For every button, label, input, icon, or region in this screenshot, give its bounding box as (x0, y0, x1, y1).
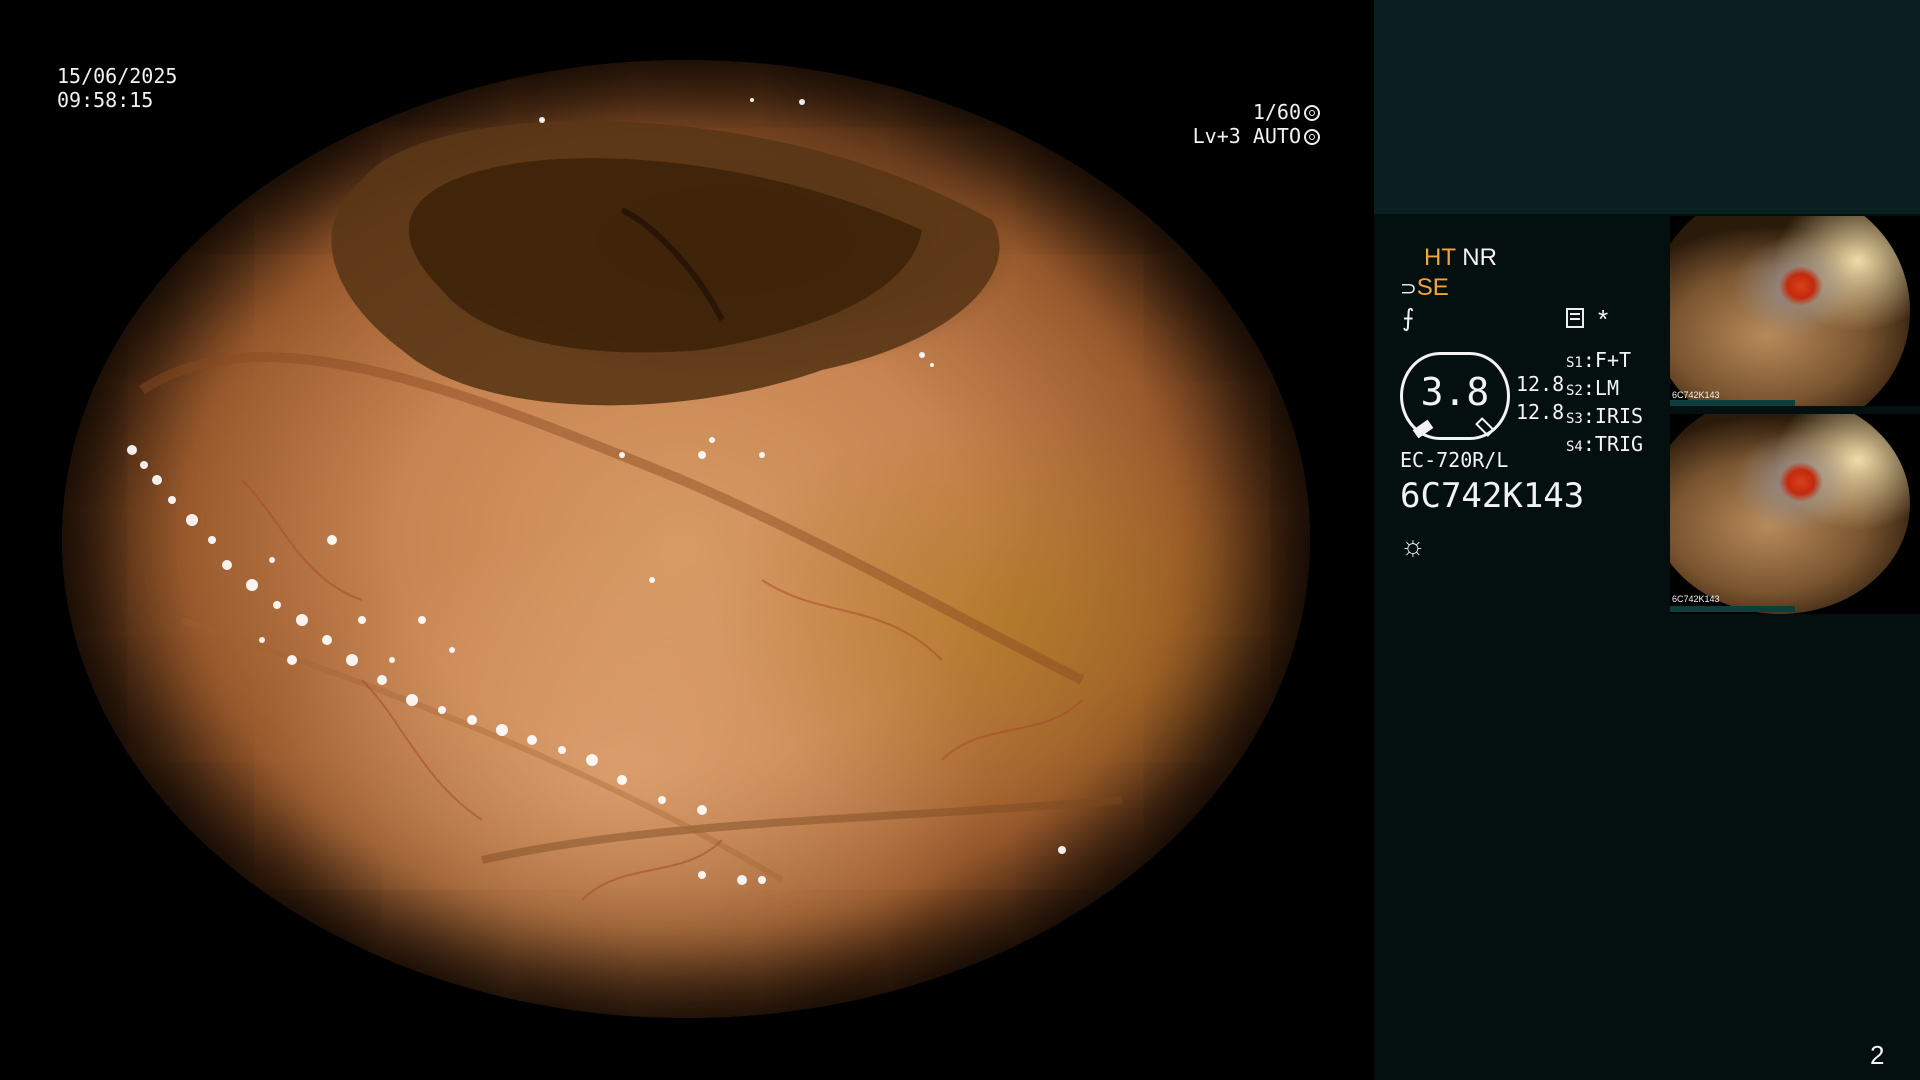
switch-item: S1:F+T (1566, 348, 1632, 372)
switch-list: S1:F+T S2:LM S3:IRIS S4:TRIG (1566, 348, 1643, 460)
time-text: 09:58:15 (57, 88, 154, 112)
level-text: Lv+3 (1192, 124, 1241, 148)
date-text: 15/06/2025 (57, 64, 178, 88)
gauge-value: 3.8 (1420, 370, 1490, 414)
thumbnail-2[interactable]: 6C742K143 (1670, 414, 1920, 614)
thumbnail-image (1670, 414, 1910, 614)
switch-item: S2:LM (1566, 376, 1619, 400)
thumbnail-bar (1670, 606, 1795, 612)
thumbnail-image (1670, 216, 1910, 406)
scope-model: EC-720R/L (1400, 448, 1509, 472)
scope-serial: 6C742K143 (1400, 476, 1585, 516)
switch-item: S3:IRIS (1566, 404, 1644, 428)
endoscope-view (62, 60, 1310, 1018)
shutter-text: 1/60 (1252, 100, 1301, 124)
scope-tip-icon: ⊃ (1400, 278, 1417, 300)
thumbnail-1[interactable]: 6C742K143 (1670, 216, 1920, 406)
asterisk-icon: * (1598, 304, 1609, 334)
exposure-block: 1/60 Lv+3 AUTO (1180, 100, 1320, 148)
value-a: 12.8 (1516, 372, 1565, 396)
record-icon (1566, 308, 1584, 328)
thumbnail-label: 6C742K143 (1672, 390, 1720, 400)
page-number: 2 (1870, 1040, 1885, 1070)
gauge-values: 12.8 12.8 (1516, 370, 1564, 426)
shutter-row: 1/60 (1180, 100, 1320, 124)
ht-nr-row: HT NR (1424, 244, 1497, 272)
nr-label: NR (1462, 244, 1497, 271)
switch-item: S4:TRIG (1566, 432, 1644, 456)
shutter-icon (1304, 105, 1320, 121)
light-icon: ☼ (1400, 530, 1426, 561)
date-time-block: 15/06/2025 09:58:15 (57, 64, 177, 112)
thumbnail-label: 6C742K143 (1672, 594, 1720, 604)
level-row: Lv+3 AUTO (1180, 124, 1320, 148)
freeze-icon: ⨍ (1402, 305, 1415, 332)
info-panel-header-band (1374, 0, 1920, 214)
se-label: SE (1416, 274, 1449, 301)
se-row: ⊃SE (1400, 274, 1449, 302)
thumbnail-bar (1670, 400, 1795, 406)
ht-label: HT (1424, 244, 1456, 271)
mode-text: AUTO (1252, 124, 1301, 148)
value-b: 12.8 (1516, 400, 1565, 424)
auto-iris-icon (1304, 129, 1320, 145)
